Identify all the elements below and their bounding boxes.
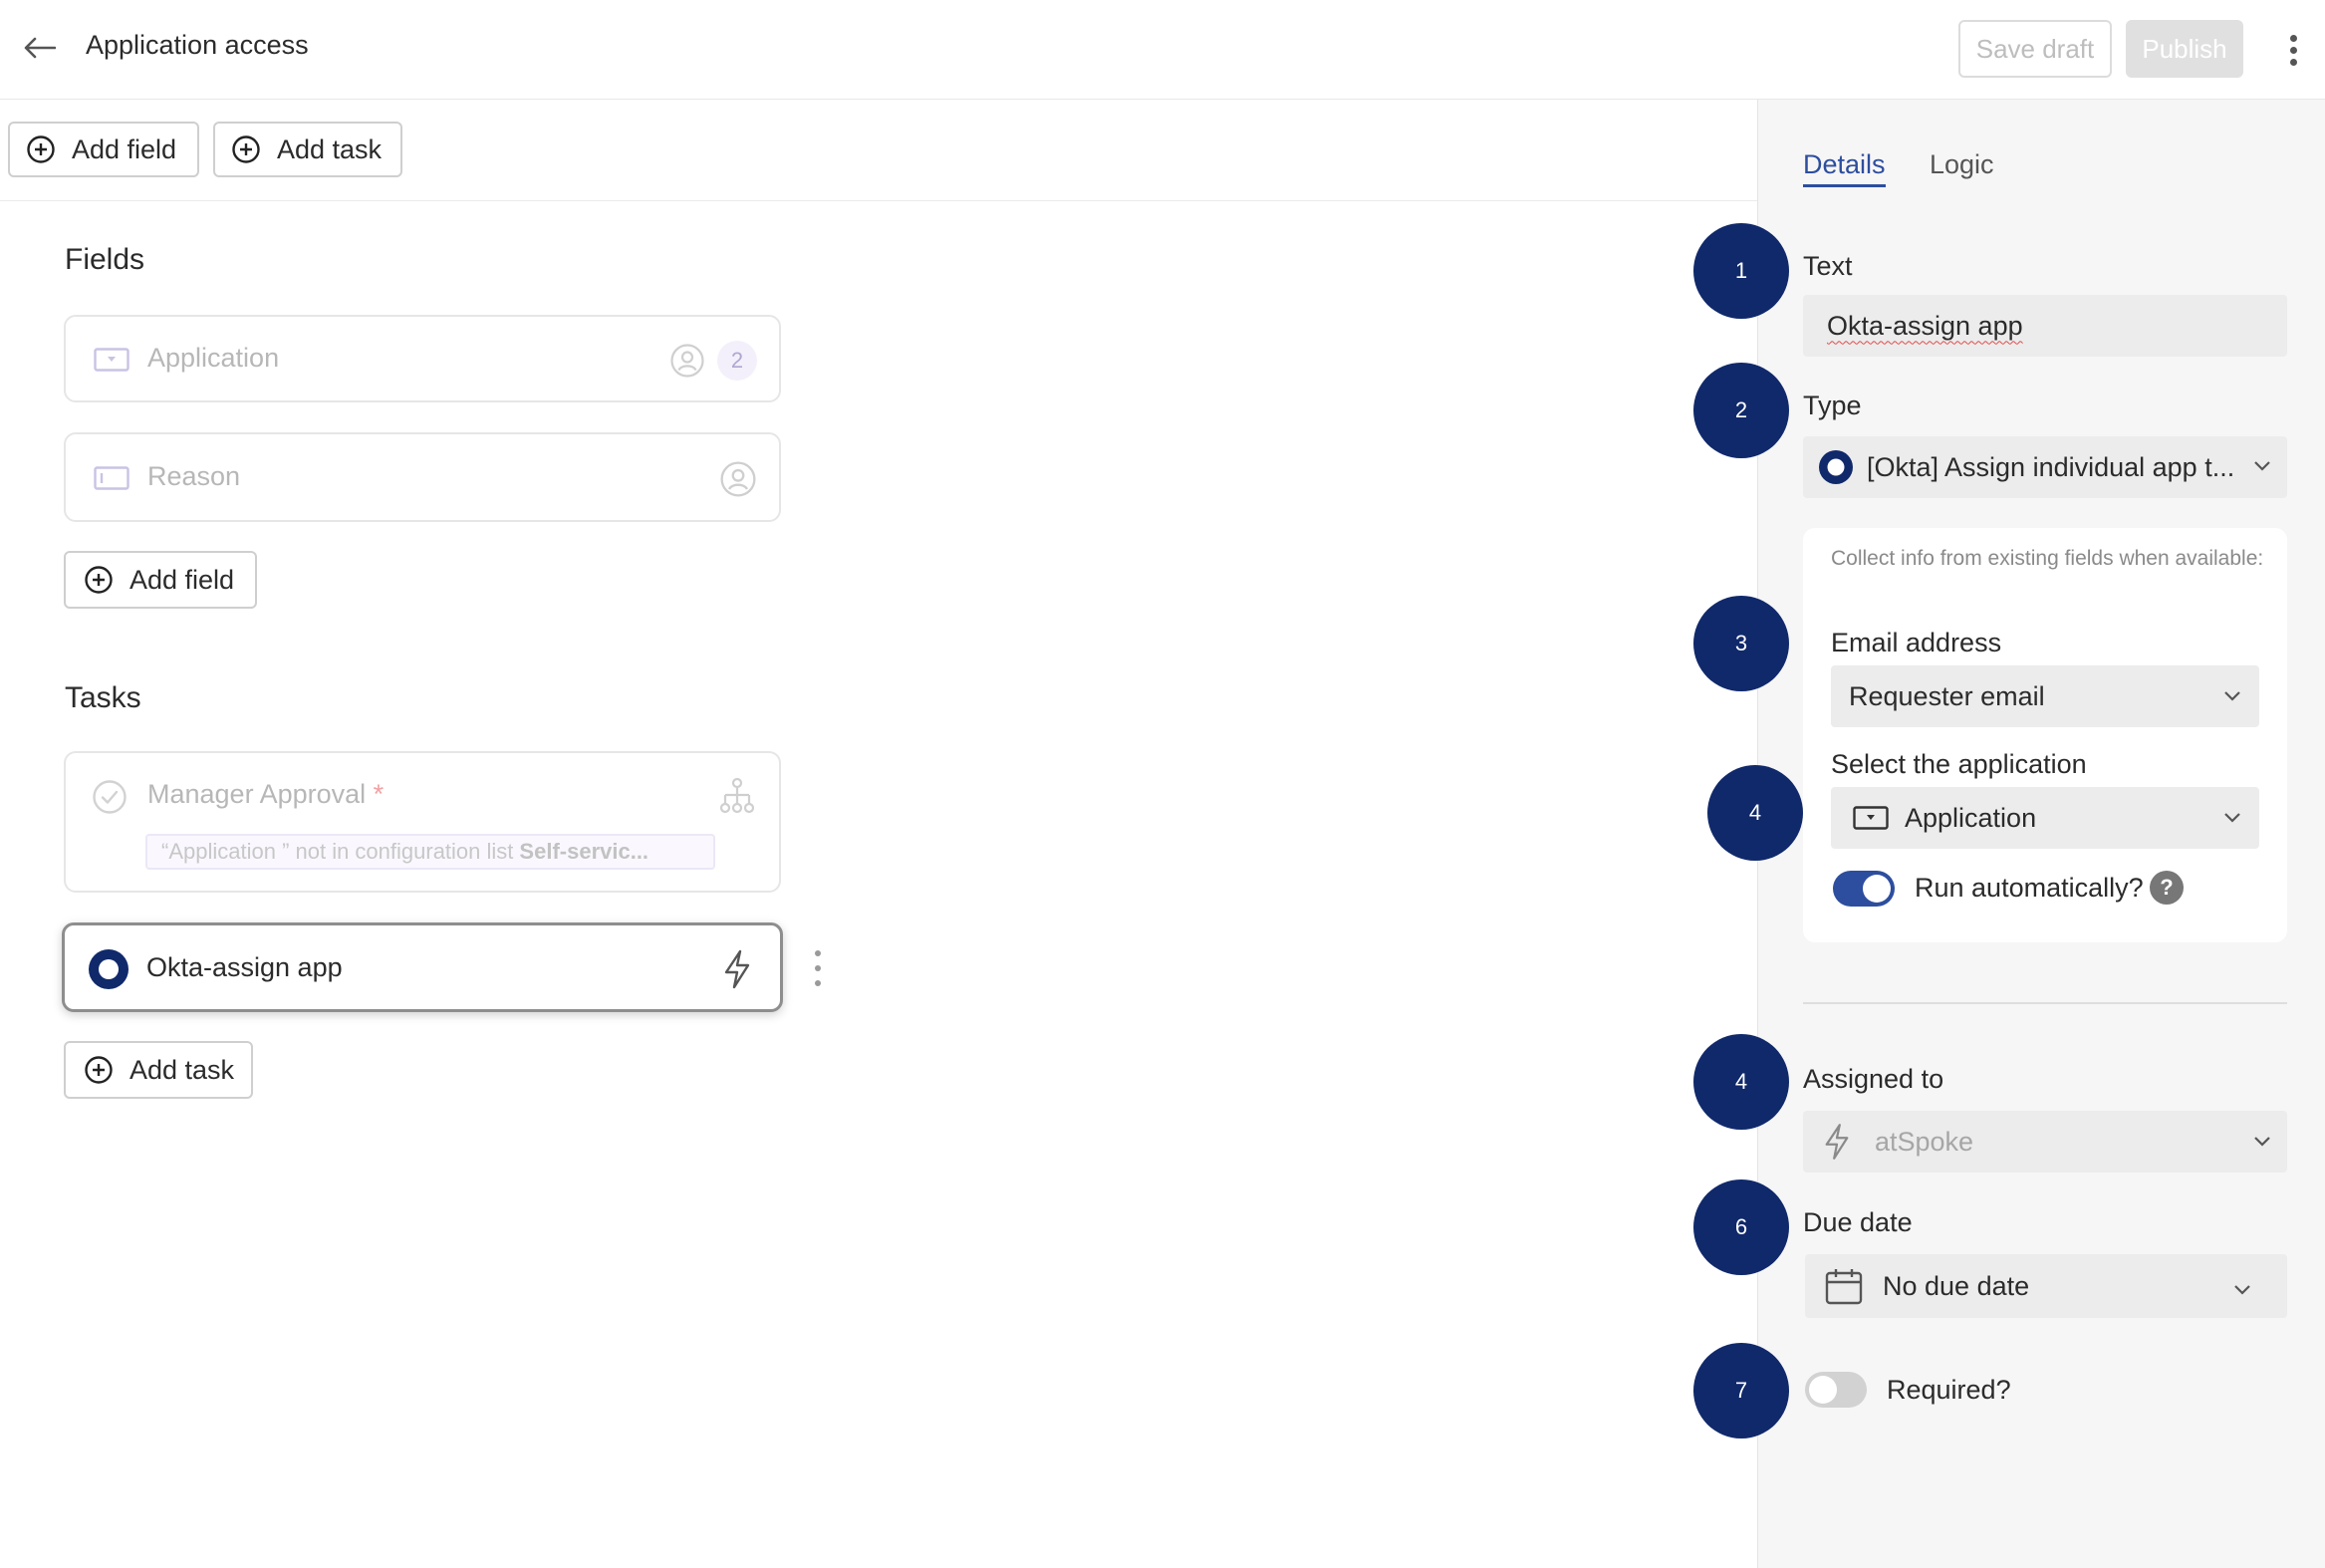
email-select[interactable]: Requester email [1831, 665, 2259, 727]
add-task-label: Add task [129, 1054, 235, 1085]
fields-section-title: Fields [65, 243, 145, 276]
toolbar-add-task-button[interactable]: Add task [213, 122, 402, 177]
collect-info-card: Collect info from existing fields when a… [1803, 528, 2287, 942]
more-options-button[interactable] [2275, 28, 2311, 72]
email-select-value: Requester email [1849, 680, 2045, 711]
tab-logic[interactable]: Logic [1930, 149, 1994, 180]
dropdown-field-icon [1853, 806, 1889, 830]
back-button[interactable] [20, 28, 60, 68]
run-automatically-toggle[interactable] [1833, 871, 1895, 907]
field-label: Application [147, 343, 280, 373]
task-condition-chip: “Application ” not in configuration list… [145, 834, 715, 870]
condition-text: “Application ” not in configuration list [161, 839, 514, 864]
chevron-down-icon [2224, 813, 2240, 823]
step-badge: 6 [1693, 1179, 1789, 1275]
required-toggle[interactable] [1805, 1372, 1867, 1408]
help-icon[interactable]: ? [2150, 871, 2184, 905]
assigned-to-label: Assigned to [1803, 1064, 1944, 1094]
toolbar-add-task-label: Add task [277, 133, 383, 164]
due-date-label: Due date [1803, 1207, 1913, 1237]
task-row-menu-button[interactable] [813, 950, 823, 986]
back-arrow-icon [24, 37, 56, 59]
add-field-label: Add field [129, 564, 235, 595]
add-field-button[interactable]: Add field [64, 551, 257, 609]
tab-details[interactable]: Details [1803, 149, 1886, 187]
chevron-down-icon [2254, 461, 2270, 471]
type-select-value: [Okta] Assign individual app t... [1867, 451, 2235, 482]
hierarchy-icon [719, 777, 755, 814]
run-automatically-label: Run automatically? [1915, 873, 2144, 903]
chevron-down-icon [2254, 1137, 2270, 1147]
chevron-down-icon [2234, 1285, 2250, 1295]
text-input[interactable]: Okta-assign app [1803, 295, 2287, 357]
field-label: Reason [147, 461, 241, 491]
type-select[interactable]: [Okta] Assign individual app t... [1803, 436, 2287, 498]
email-label: Email address [1831, 628, 2002, 657]
step-badge: 3 [1693, 596, 1789, 691]
field-count-badge: 2 [717, 341, 757, 381]
plus-circle-icon [27, 135, 55, 163]
plus-circle-icon [232, 135, 260, 163]
required-mark: * [373, 779, 385, 809]
task-card-okta-assign-app[interactable]: Okta-assign app [62, 922, 783, 1012]
step-badge: 2 [1693, 363, 1789, 458]
plus-circle-icon [85, 566, 113, 594]
add-task-button[interactable]: Add task [64, 1041, 253, 1099]
step-badge: 1 [1693, 223, 1789, 319]
condition-value: Self-servic... [519, 839, 649, 864]
top-header: Application access Save draft Publish [0, 0, 2325, 100]
due-date-select[interactable]: No due date [1805, 1254, 2287, 1318]
select-app-label: Select the application [1831, 749, 2087, 779]
page-title: Application access [86, 30, 309, 60]
kebab-icon [2289, 34, 2297, 42]
radio-icon [89, 949, 129, 989]
step-badge: 4 [1693, 1034, 1789, 1130]
application-select[interactable]: Application [1831, 787, 2259, 849]
assigned-to-select[interactable]: atSpoke [1803, 1111, 2287, 1173]
calendar-icon [1825, 1269, 1863, 1305]
toolbar-add-field-label: Add field [72, 133, 177, 164]
field-card-application[interactable]: Application 2 [64, 315, 781, 402]
task-label: Manager Approval * [147, 779, 384, 810]
plus-circle-icon [85, 1056, 113, 1084]
toolbar-add-field-button[interactable]: Add field [8, 122, 199, 177]
lightning-icon [1825, 1124, 1849, 1160]
collect-info-note: Collect info from existing fields when a… [1831, 547, 2264, 570]
step-badge: 7 [1693, 1343, 1789, 1438]
dropdown-field-icon [94, 348, 129, 372]
required-label: Required? [1887, 1375, 2011, 1405]
check-circle-icon [93, 780, 127, 814]
field-card-reason[interactable]: Reason [64, 432, 781, 522]
type-label: Type [1803, 391, 1862, 420]
radio-icon [1819, 450, 1853, 484]
builder-toolbar: Add field Add task [0, 100, 1757, 201]
text-label: Text [1803, 251, 1853, 281]
text-input-value: Okta-assign app [1827, 310, 2023, 341]
step-badge: 4 [1707, 765, 1803, 861]
kebab-icon [815, 950, 821, 956]
user-circle-icon [720, 461, 756, 497]
tasks-section-title: Tasks [65, 681, 141, 714]
save-draft-button[interactable]: Save draft [1958, 20, 2112, 78]
chevron-down-icon [2224, 691, 2240, 701]
publish-button[interactable]: Publish [2126, 20, 2243, 78]
task-card-manager-approval[interactable]: Manager Approval * [64, 751, 781, 893]
application-select-value: Application [1905, 802, 2037, 833]
text-field-icon [94, 466, 129, 490]
task-label: Okta-assign app [146, 952, 343, 982]
due-date-value: No due date [1883, 1270, 2030, 1301]
lightning-icon [724, 949, 750, 989]
panel-divider [1803, 1002, 2287, 1004]
assigned-to-value: atSpoke [1875, 1126, 1974, 1157]
help-glyph: ? [2160, 875, 2174, 900]
user-circle-icon [670, 344, 704, 378]
task-name: Manager Approval [147, 779, 367, 809]
